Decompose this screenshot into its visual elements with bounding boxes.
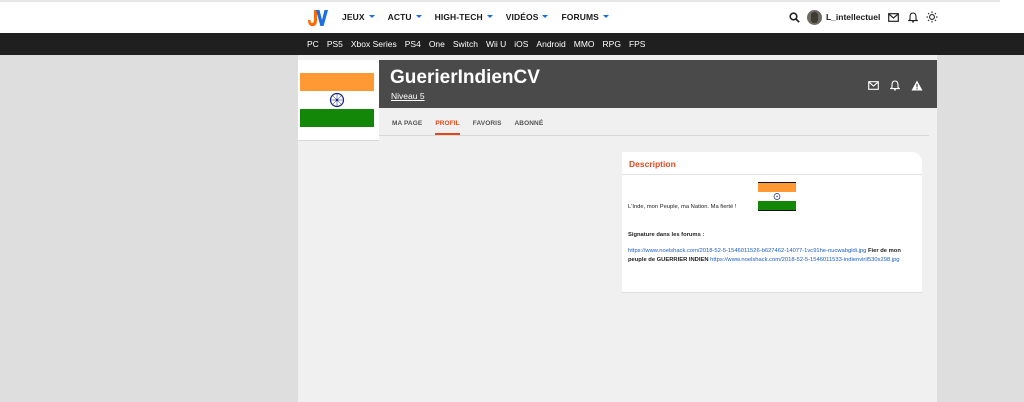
tab-ma-page[interactable]: MA PAGE bbox=[392, 120, 422, 134]
platform-fps[interactable]: FPS bbox=[629, 39, 646, 49]
nav-videos-label: VIDÉOS bbox=[505, 11, 539, 22]
profile-header: GuerierIndienCV Niveau 5 bbox=[379, 60, 937, 108]
platform-ios[interactable]: iOS bbox=[514, 39, 528, 49]
top-navbar: JEUX ACTU HIGH-TECH VIDÉOS FORUMS L_inte… bbox=[0, 0, 1024, 33]
card-divider bbox=[622, 174, 922, 175]
signature-content: https://www.noelshack.com/2018-52-5-1546… bbox=[628, 247, 913, 265]
chevron-down-icon bbox=[486, 15, 493, 18]
platform-ps4[interactable]: PS4 bbox=[405, 39, 421, 49]
nav-jeux-label: JEUX bbox=[342, 11, 365, 22]
chevron-down-icon bbox=[368, 15, 375, 18]
platform-ps5[interactable]: PS5 bbox=[327, 39, 343, 49]
tab-favoris[interactable]: FAVORIS bbox=[473, 120, 502, 134]
tabs-divider bbox=[379, 135, 929, 136]
platform-xbox-series[interactable]: Xbox Series bbox=[351, 39, 397, 49]
platform-pc[interactable]: PC bbox=[307, 39, 319, 49]
platform-one[interactable]: One bbox=[429, 39, 445, 49]
avatar[interactable] bbox=[807, 9, 822, 25]
warning-icon[interactable] bbox=[911, 79, 923, 91]
nav-forums[interactable]: FORUMS bbox=[561, 11, 609, 22]
nav-videos[interactable]: VIDÉOS bbox=[506, 12, 549, 22]
nav-actu-label: ACTU bbox=[387, 11, 412, 22]
bell-icon[interactable] bbox=[906, 11, 919, 24]
nav-jeux[interactable]: JEUX bbox=[342, 12, 375, 22]
profile-name: GuerierIndienCV bbox=[390, 67, 540, 88]
jv-logo[interactable] bbox=[306, 8, 328, 28]
platform-rpg[interactable]: RPG bbox=[603, 39, 621, 49]
mail-icon[interactable] bbox=[887, 11, 900, 24]
bell-icon[interactable] bbox=[889, 79, 901, 91]
description-card: Description L'Inde, mon Peuple, ma Natio… bbox=[622, 152, 922, 293]
profile-actions bbox=[857, 79, 923, 91]
nav-high-tech-label: HIGH-TECH bbox=[434, 11, 483, 22]
platform-mmo[interactable]: MMO bbox=[574, 39, 595, 49]
nav-high-tech[interactable]: HIGH-TECH bbox=[435, 12, 493, 22]
signature-label: Signature dans les forums : bbox=[628, 232, 705, 238]
profile-avatar bbox=[298, 60, 379, 141]
tab-profil[interactable]: PROFIL bbox=[435, 120, 461, 135]
chevron-down-icon bbox=[542, 15, 549, 18]
user-tools: L_intellectuel bbox=[788, 9, 944, 25]
profile-tabs: MA PAGE PROFIL FAVORIS ABONNÉ bbox=[392, 120, 556, 135]
profile-level-link[interactable]: Niveau 5 bbox=[391, 91, 425, 101]
search-icon[interactable] bbox=[788, 11, 801, 24]
description-text: L'Inde, mon Peuple, ma Nation. Ma fierté… bbox=[628, 204, 737, 210]
signature-link-1[interactable]: https://www.noelshack.com/2018-52-5-1546… bbox=[628, 248, 866, 254]
platform-list: PC PS5 Xbox Series PS4 One Switch Wii U … bbox=[307, 33, 653, 55]
main-nav: JEUX ACTU HIGH-TECH VIDÉOS FORUMS bbox=[342, 0, 622, 33]
platform-bar: PC PS5 Xbox Series PS4 One Switch Wii U … bbox=[0, 33, 1024, 55]
tab-abonne[interactable]: ABONNÉ bbox=[515, 120, 544, 134]
sun-icon[interactable] bbox=[925, 11, 938, 24]
username[interactable]: L_intellectuel bbox=[826, 12, 880, 22]
signature-link-2[interactable]: https://www.noelshack.com/2018-52-5-1546… bbox=[710, 257, 899, 263]
india-flag-image bbox=[758, 182, 796, 211]
platform-switch[interactable]: Switch bbox=[453, 39, 478, 49]
platform-android[interactable]: Android bbox=[536, 39, 565, 49]
chevron-down-icon bbox=[602, 15, 609, 18]
nav-forums-label: FORUMS bbox=[561, 11, 599, 22]
nav-actu[interactable]: ACTU bbox=[388, 12, 422, 22]
india-flag-image bbox=[300, 73, 374, 127]
platform-wii-u[interactable]: Wii U bbox=[486, 39, 506, 49]
mail-icon[interactable] bbox=[867, 79, 879, 91]
description-title: Description bbox=[629, 159, 676, 169]
jv-logo-icon bbox=[308, 10, 328, 27]
chevron-down-icon bbox=[415, 15, 422, 18]
